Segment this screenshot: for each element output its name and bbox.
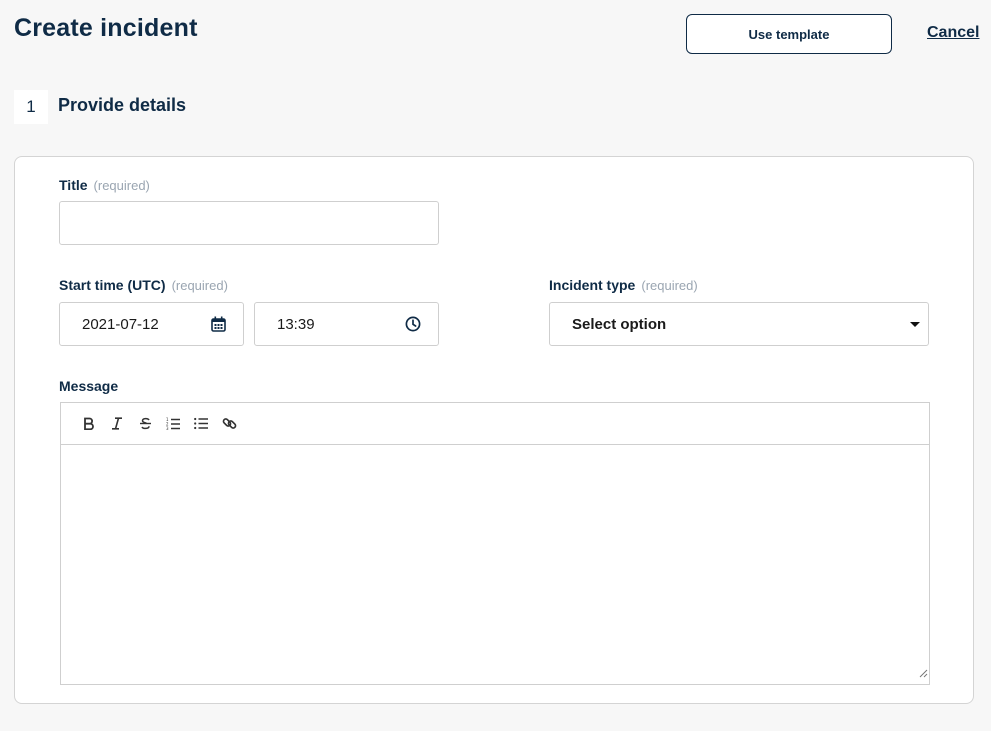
start-time-label: Start time (UTC) (required) bbox=[59, 277, 228, 293]
required-hint: (required) bbox=[171, 278, 228, 293]
link-icon[interactable] bbox=[215, 410, 243, 438]
time-input[interactable]: 13:39 bbox=[254, 302, 439, 346]
incident-type-selected: Select option bbox=[572, 315, 667, 333]
step-number: 1 bbox=[14, 90, 48, 124]
clock-icon[interactable] bbox=[404, 315, 422, 333]
incident-type-label-text: Incident type bbox=[549, 277, 636, 293]
editor-toolbar: 123 bbox=[61, 403, 929, 445]
title-label-text: Title bbox=[59, 177, 88, 193]
italic-icon[interactable] bbox=[103, 410, 131, 438]
bullet-list-icon[interactable] bbox=[187, 410, 215, 438]
message-editor: 123 bbox=[60, 402, 930, 685]
chevron-down-icon bbox=[910, 321, 920, 327]
start-time-label-text: Start time (UTC) bbox=[59, 277, 166, 293]
message-textarea[interactable] bbox=[61, 445, 929, 685]
use-template-button[interactable]: Use template bbox=[686, 14, 892, 54]
message-label: Message bbox=[59, 378, 119, 394]
ordered-list-icon[interactable]: 123 bbox=[159, 410, 187, 438]
time-value: 13:39 bbox=[277, 315, 315, 333]
bold-icon[interactable] bbox=[75, 410, 103, 438]
title-label: Title (required) bbox=[59, 177, 150, 193]
cancel-link[interactable]: Cancel bbox=[927, 24, 979, 42]
date-input[interactable]: 2021-07-12 bbox=[59, 302, 244, 346]
calendar-icon[interactable] bbox=[209, 315, 227, 333]
resize-handle-icon[interactable] bbox=[918, 665, 928, 683]
svg-text:3: 3 bbox=[166, 426, 169, 431]
incident-type-label: Incident type (required) bbox=[549, 277, 698, 293]
details-card: Title (required) Start time (UTC) (require… bbox=[14, 156, 974, 704]
strikethrough-icon[interactable] bbox=[131, 410, 159, 438]
page-title: Create incident bbox=[14, 14, 198, 42]
incident-type-select[interactable]: Select option bbox=[549, 302, 929, 346]
required-hint: (required) bbox=[641, 278, 698, 293]
required-hint: (required) bbox=[93, 178, 150, 193]
date-value: 2021-07-12 bbox=[82, 315, 159, 333]
step-title: Provide details bbox=[58, 95, 187, 115]
title-input[interactable] bbox=[59, 201, 439, 245]
